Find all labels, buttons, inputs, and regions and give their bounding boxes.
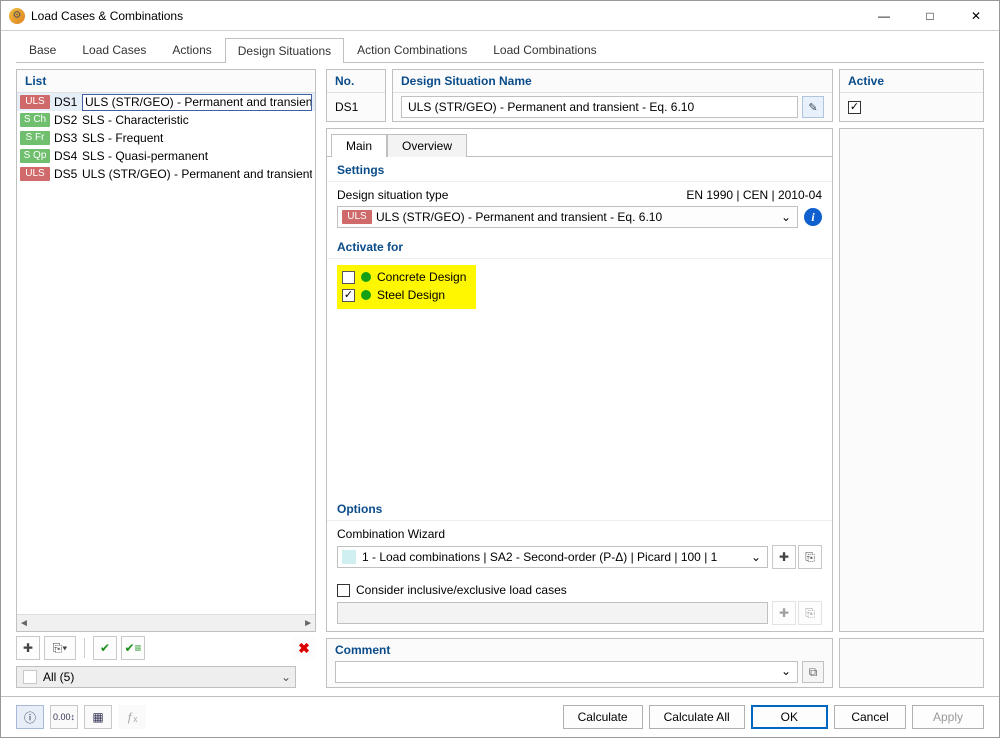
- active-header: Active: [840, 70, 983, 93]
- calculate-button[interactable]: Calculate: [563, 705, 643, 729]
- ds-label[interactable]: ULS (STR/GEO) - Permanent and transient …: [82, 94, 312, 111]
- list-item[interactable]: S Fr DS3 SLS - Frequent: [17, 129, 315, 147]
- chevron-down-icon: ⌄: [751, 550, 761, 564]
- ds-label: SLS - Characteristic: [82, 113, 312, 127]
- concrete-checkbox[interactable]: [342, 271, 355, 284]
- close-button[interactable]: ✕: [953, 1, 999, 31]
- chevron-down-icon: ⌄: [281, 670, 291, 684]
- tab-base[interactable]: Base: [16, 37, 69, 62]
- status-dot-icon: [361, 290, 371, 300]
- filter-swatch: [23, 670, 37, 684]
- window-title: Load Cases & Combinations: [31, 9, 183, 23]
- comment-attach-button[interactable]: ⧉: [802, 661, 824, 683]
- tag-uls: ULS: [342, 210, 372, 224]
- tag-sch: S Ch: [20, 113, 50, 127]
- list-hscrollbar[interactable]: ◄►: [17, 614, 315, 631]
- list-item[interactable]: ULS DS5 ULS (STR/GEO) - Permanent and tr…: [17, 165, 315, 183]
- no-value: DS1: [327, 93, 385, 121]
- subtab-overview[interactable]: Overview: [387, 134, 467, 157]
- subtab-main[interactable]: Main: [331, 134, 387, 157]
- steel-label: Steel Design: [377, 288, 445, 302]
- consider-new-button: ✚: [772, 601, 796, 625]
- ds-list[interactable]: ULS DS1 ULS (STR/GEO) - Permanent and tr…: [17, 93, 315, 614]
- comment-label: Comment: [335, 643, 824, 657]
- ds-no: DS1: [54, 95, 82, 109]
- ds-label: ULS (STR/GEO) - Permanent and transient …: [82, 167, 312, 181]
- settings-header: Settings: [327, 157, 832, 182]
- consider-dropdown: [337, 602, 768, 624]
- consider-label: Consider inclusive/exclusive load cases: [356, 583, 567, 597]
- filter-label: All (5): [43, 670, 74, 684]
- ds-no: DS5: [54, 167, 82, 181]
- tab-action-combinations[interactable]: Action Combinations: [344, 37, 480, 62]
- fx-button: ƒₓ: [118, 705, 146, 729]
- copy-ds-dropdown[interactable]: ⎘▾: [44, 636, 76, 660]
- ds-label: SLS - Frequent: [82, 131, 312, 145]
- status-dot-icon: [361, 272, 371, 282]
- wizard-swatch: [342, 550, 356, 564]
- tab-load-combinations[interactable]: Load Combinations: [480, 37, 609, 62]
- chevron-down-icon: ⌄: [781, 210, 791, 224]
- wizard-edit-button[interactable]: ⎘: [798, 545, 822, 569]
- tab-design-situations[interactable]: Design Situations: [225, 38, 344, 63]
- tag-uls: ULS: [20, 167, 50, 181]
- check-all-button[interactable]: ✔: [93, 636, 117, 660]
- type-standard: EN 1990 | CEN | 2010-04: [686, 188, 822, 202]
- delete-ds-button[interactable]: ✖: [292, 636, 316, 660]
- ds-label: SLS - Quasi-permanent: [82, 149, 312, 163]
- consider-checkbox[interactable]: [337, 584, 350, 597]
- units-button[interactable]: 0.00↕: [50, 705, 78, 729]
- new-ds-button[interactable]: ✚: [16, 636, 40, 660]
- no-header: No.: [327, 70, 385, 93]
- comment-input[interactable]: ⌄: [335, 661, 798, 683]
- tag-sfr: S Fr: [20, 131, 50, 145]
- options-header: Options: [327, 496, 832, 521]
- info-button[interactable]: i: [804, 208, 822, 226]
- name-input[interactable]: ULS (STR/GEO) - Permanent and transient …: [401, 96, 798, 118]
- tip-button[interactable]: ⓘ: [16, 705, 44, 729]
- ds-no: DS4: [54, 149, 82, 163]
- steel-checkbox[interactable]: ✓: [342, 289, 355, 302]
- tag-sqp: S Qp: [20, 149, 50, 163]
- type-value: ULS (STR/GEO) - Permanent and transient …: [376, 210, 662, 224]
- wizard-value: 1 - Load combinations | SA2 - Second-ord…: [362, 550, 717, 564]
- edit-name-button[interactable]: ✎: [802, 96, 824, 118]
- wizard-label: Combination Wizard: [337, 527, 822, 541]
- ds-no: DS2: [54, 113, 82, 127]
- wizard-new-button[interactable]: ✚: [772, 545, 796, 569]
- list-item[interactable]: S Ch DS2 SLS - Characteristic: [17, 111, 315, 129]
- ok-button[interactable]: OK: [751, 705, 828, 729]
- list-header: List: [17, 70, 315, 93]
- cancel-button[interactable]: Cancel: [834, 705, 906, 729]
- tab-actions[interactable]: Actions: [159, 37, 224, 62]
- wizard-dropdown[interactable]: 1 - Load combinations | SA2 - Second-ord…: [337, 546, 768, 568]
- right-strip-2: [839, 638, 984, 688]
- tab-load-cases[interactable]: Load Cases: [69, 37, 159, 62]
- active-checkbox[interactable]: ✓: [848, 101, 861, 114]
- maximize-button[interactable]: □: [907, 1, 953, 31]
- chevron-down-icon: ⌄: [781, 664, 791, 678]
- calculate-all-button[interactable]: Calculate All: [649, 705, 745, 729]
- minimize-button[interactable]: —: [861, 1, 907, 31]
- check-filter-button[interactable]: ✔≡: [121, 636, 145, 660]
- consider-edit-button: ⎘: [798, 601, 822, 625]
- app-icon: ⚙: [9, 8, 25, 24]
- type-label: Design situation type: [337, 188, 448, 202]
- right-strip: [839, 128, 984, 632]
- concrete-label: Concrete Design: [377, 270, 466, 284]
- list-item[interactable]: ULS DS1 ULS (STR/GEO) - Permanent and tr…: [17, 93, 315, 111]
- list-filter-dropdown[interactable]: All (5) ⌄: [16, 666, 296, 688]
- apply-button: Apply: [912, 705, 984, 729]
- type-dropdown[interactable]: ULS ULS (STR/GEO) - Permanent and transi…: [337, 206, 798, 228]
- tag-uls: ULS: [20, 95, 50, 109]
- name-header: Design Situation Name: [393, 70, 832, 93]
- list-item[interactable]: S Qp DS4 SLS - Quasi-permanent: [17, 147, 315, 165]
- ds-no: DS3: [54, 131, 82, 145]
- details-button[interactable]: ▦: [84, 705, 112, 729]
- activate-header: Activate for: [327, 234, 832, 259]
